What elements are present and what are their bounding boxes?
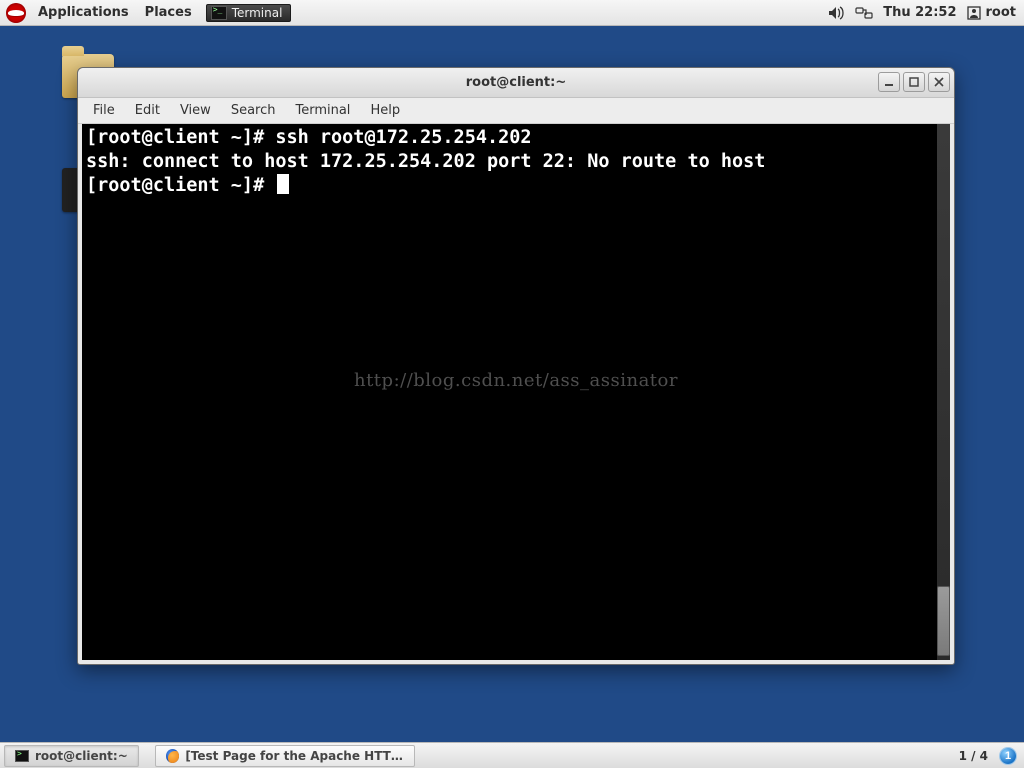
menu-search[interactable]: Search: [222, 101, 285, 120]
user-menu[interactable]: root: [967, 5, 1017, 20]
watermark-text: http://blog.csdn.net/ass_assinator: [82, 372, 950, 390]
system-tray: Thu 22:52 root: [827, 5, 1024, 20]
taskbar-item-firefox[interactable]: [Test Page for the Apache HTTP...: [155, 745, 415, 767]
panel-task-terminal[interactable]: Terminal: [206, 4, 292, 22]
terminal-output: [root@client ~]# ssh root@172.25.254.202…: [86, 126, 934, 198]
window-titlebar[interactable]: root@client:~: [78, 68, 954, 98]
clock[interactable]: Thu 22:52: [883, 5, 956, 20]
top-panel: Applications Places Terminal Thu 22:52 r…: [0, 0, 1024, 26]
menu-help[interactable]: Help: [361, 101, 409, 120]
bottom-panel: root@client:~ [Test Page for the Apache …: [0, 742, 1024, 768]
terminal-scrollbar[interactable]: [937, 124, 950, 660]
window-controls: [878, 72, 950, 92]
workspace-indicator[interactable]: 1 / 4: [951, 749, 996, 763]
window-title: root@client:~: [78, 75, 954, 90]
places-menu[interactable]: Places: [137, 5, 200, 20]
scrollbar-thumb[interactable]: [937, 586, 950, 656]
terminal-icon: [211, 6, 227, 20]
terminal-viewport[interactable]: [root@client ~]# ssh root@172.25.254.202…: [82, 124, 950, 660]
taskbar-label: root@client:~: [35, 749, 128, 763]
taskbar-item-terminal[interactable]: root@client:~: [4, 745, 139, 767]
terminal-icon: [15, 750, 29, 762]
user-name: root: [986, 5, 1017, 20]
panel-task-label: Terminal: [232, 6, 283, 20]
close-button[interactable]: [928, 72, 950, 92]
user-icon: [967, 6, 981, 20]
firefox-icon: [166, 749, 180, 763]
applications-menu[interactable]: Applications: [30, 5, 137, 20]
menu-file[interactable]: File: [84, 101, 124, 120]
menu-view[interactable]: View: [171, 101, 220, 120]
menu-terminal[interactable]: Terminal: [286, 101, 359, 120]
cursor-icon: [277, 174, 289, 194]
volume-icon[interactable]: [827, 6, 845, 20]
taskbar-label: [Test Page for the Apache HTTP...: [185, 749, 403, 763]
network-icon[interactable]: [855, 6, 873, 20]
notification-badge[interactable]: 1: [1000, 748, 1016, 764]
menu-edit[interactable]: Edit: [126, 101, 169, 120]
minimize-button[interactable]: [878, 72, 900, 92]
distro-logo-icon[interactable]: [6, 3, 26, 23]
maximize-button[interactable]: [903, 72, 925, 92]
terminal-menubar: File Edit View Search Terminal Help: [78, 98, 954, 124]
terminal-window: root@client:~ File Edit View Search Term…: [77, 67, 955, 665]
